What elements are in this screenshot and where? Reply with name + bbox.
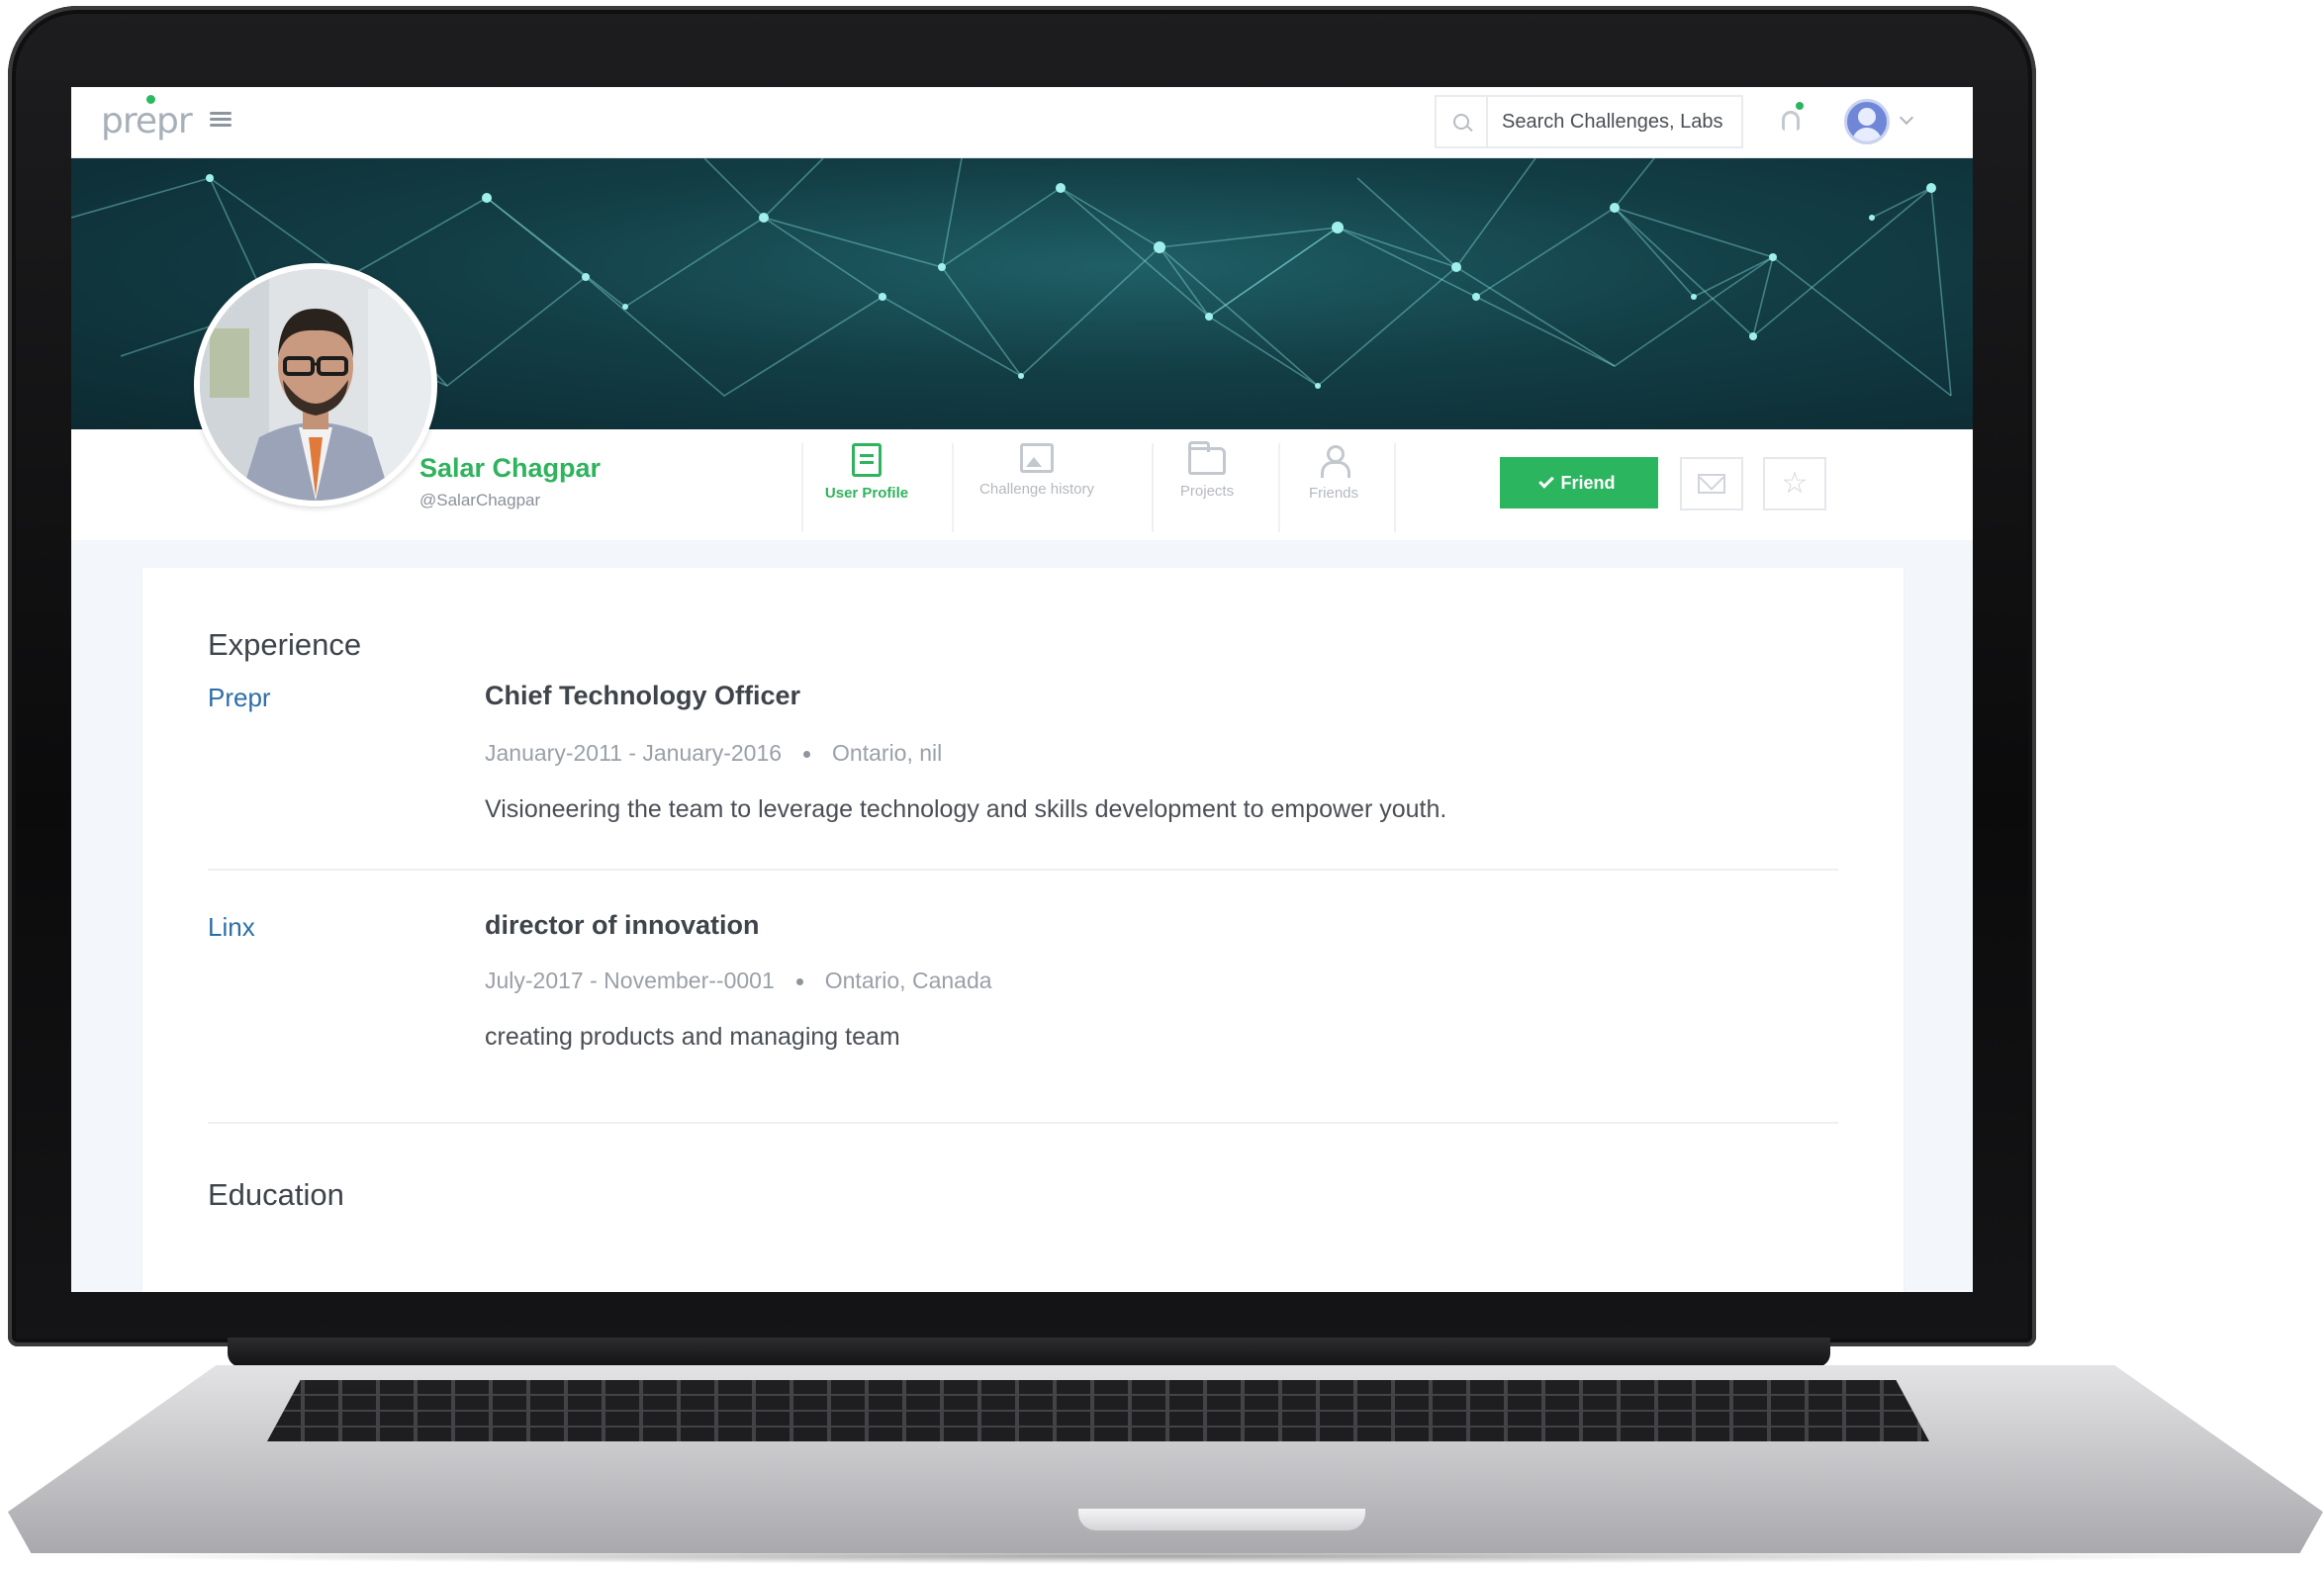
experience-dates: January-2011 - January-2016 — [485, 740, 783, 766]
friend-button-label: Friend — [1560, 472, 1616, 493]
profile-handle: @SalarChagpar — [419, 491, 541, 509]
divider — [208, 1122, 1838, 1124]
experience-company[interactable]: Prepr — [208, 683, 271, 713]
experience-company[interactable]: Linx — [208, 912, 255, 943]
laptop-notch — [1078, 1509, 1365, 1530]
bell-icon — [1782, 111, 1800, 131]
notifications-button[interactable] — [1779, 99, 1807, 137]
search-bar — [1435, 95, 1743, 148]
experience-meta: July-2017 - November--0001 Ontario, Canad… — [485, 968, 992, 994]
prepr-logo[interactable]: prepr — [101, 101, 193, 141]
experience-location: Ontario, nil — [832, 740, 943, 766]
hamburger-icon[interactable] — [210, 109, 232, 131]
search-button[interactable] — [1437, 97, 1488, 146]
tab-friends[interactable]: Friends — [1278, 443, 1387, 532]
experience-description: creating products and managing team — [485, 1023, 900, 1051]
divider — [208, 869, 1838, 871]
mail-icon — [1698, 474, 1725, 494]
check-icon — [1538, 473, 1555, 489]
experience-location: Ontario, Canada — [824, 968, 992, 993]
tab-challenge-history[interactable]: Challenge history — [952, 443, 1120, 532]
star-icon: ☆ — [1781, 466, 1809, 501]
friends-icon — [1319, 443, 1350, 478]
profile-photo-graphic — [200, 269, 431, 501]
profile-photo[interactable] — [194, 263, 437, 507]
experience-title: Experience — [208, 627, 362, 662]
tab-label: Friends — [1308, 485, 1359, 502]
experience-role: director of innovation — [485, 910, 760, 940]
tab-label: User Profile — [824, 485, 909, 502]
challenge-history-icon — [1020, 443, 1054, 473]
separator-dot — [795, 978, 803, 985]
experience-role: Chief Technology Officer — [485, 681, 801, 710]
profile-name: Salar Chagpar — [419, 453, 602, 483]
search-icon — [1453, 114, 1469, 130]
tab-projects[interactable]: Projects — [1152, 441, 1260, 532]
profile-doc-icon — [852, 443, 882, 477]
experience-meta: January-2011 - January-2016 Ontario, nil — [485, 740, 942, 767]
laptop-hinge — [228, 1338, 1830, 1367]
folder-icon — [1188, 441, 1226, 475]
top-navbar: prepr — [71, 87, 1973, 158]
experience-card: Experience Prepr Chief Technology Office… — [142, 568, 1904, 1292]
experience-dates: July-2017 - November--0001 — [485, 968, 775, 993]
favorite-button[interactable]: ☆ — [1763, 457, 1826, 510]
laptop-keyboard — [267, 1380, 1929, 1441]
experience-description: Visioneering the team to leverage techno… — [485, 795, 1447, 823]
education-title: Education — [208, 1177, 344, 1212]
tab-user-profile[interactable]: User Profile — [801, 443, 930, 532]
chevron-down-icon[interactable] — [1899, 110, 1914, 126]
tab-divider — [1394, 443, 1396, 532]
logo-accent-dot — [146, 95, 155, 104]
screen: prepr Search Challenges, Labs Salar Chag… — [71, 87, 1973, 1292]
tab-label: Challenge history — [979, 481, 1094, 498]
friend-button[interactable]: Friend — [1500, 457, 1658, 508]
user-avatar-menu[interactable] — [1844, 99, 1890, 144]
search-input[interactable] — [1488, 97, 1739, 146]
separator-dot — [803, 751, 811, 758]
message-button[interactable] — [1680, 457, 1743, 510]
tab-label: Projects — [1179, 483, 1235, 500]
notification-badge — [1793, 99, 1807, 113]
